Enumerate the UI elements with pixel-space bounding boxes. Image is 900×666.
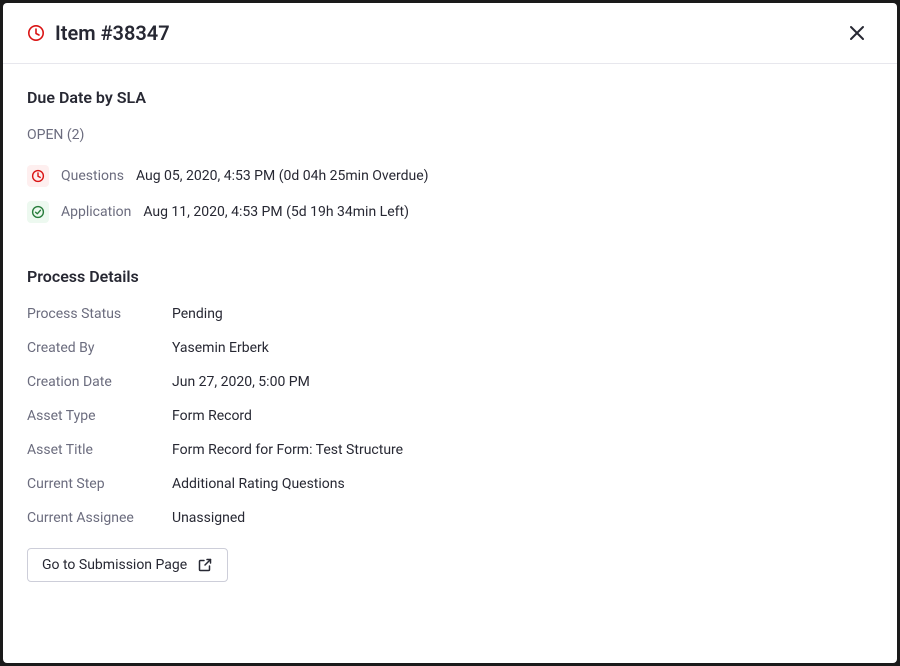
close-button[interactable] [841,17,873,49]
detail-label: Process Status [27,306,172,322]
close-icon [847,23,867,43]
go-to-submission-label: Go to Submission Page [42,557,187,573]
process-details-list: Process Status Pending Created By Yasemi… [27,306,873,526]
item-detail-modal: Item #38347 Due Date by SLA OPEN (2) Que [3,3,897,663]
detail-row-created-by: Created By Yasemin Erberk [27,340,873,356]
detail-value: Jun 27, 2020, 5:00 PM [172,374,310,390]
detail-row-asset-type: Asset Type Form Record [27,408,873,424]
modal-header: Item #38347 [3,3,897,64]
ontime-check-icon [27,201,49,223]
detail-value: Additional Rating Questions [172,476,345,492]
modal-title-wrap: Item #38347 [27,21,170,45]
sla-open-count: OPEN (2) [27,127,873,143]
external-link-icon [197,557,213,573]
sla-item-name: Questions [61,168,124,184]
detail-row-process-status: Process Status Pending [27,306,873,322]
detail-label: Asset Title [27,442,172,458]
detail-value: Form Record for Form: Test Structure [172,442,403,458]
detail-label: Current Step [27,476,172,492]
detail-row-creation-date: Creation Date Jun 27, 2020, 5:00 PM [27,374,873,390]
sla-item-overdue: Questions Aug 05, 2020, 4:53 PM (0d 04h … [27,165,873,187]
modal-body: Due Date by SLA OPEN (2) Questions Aug 0… [3,64,897,663]
detail-row-current-assignee: Current Assignee Unassigned [27,510,873,526]
detail-value: Unassigned [172,510,245,526]
detail-label: Asset Type [27,408,172,424]
sla-item-date: Aug 11, 2020, 4:53 PM (5d 19h 34min Left… [143,204,409,220]
alert-clock-icon [27,24,45,42]
overdue-clock-icon [27,165,49,187]
detail-row-asset-title: Asset Title Form Record for Form: Test S… [27,442,873,458]
detail-label: Current Assignee [27,510,172,526]
detail-value: Form Record [172,408,252,424]
detail-row-current-step: Current Step Additional Rating Questions [27,476,873,492]
detail-value: Yasemin Erberk [172,340,269,356]
process-section-title: Process Details [27,267,873,286]
detail-value: Pending [172,306,223,322]
sla-list: Questions Aug 05, 2020, 4:53 PM (0d 04h … [27,165,873,223]
sla-item-ontime: Application Aug 11, 2020, 4:53 PM (5d 19… [27,201,873,223]
sla-item-name: Application [61,204,131,220]
sla-item-date: Aug 05, 2020, 4:53 PM (0d 04h 25min Over… [136,168,429,184]
sla-section-title: Due Date by SLA [27,88,873,107]
go-to-submission-button[interactable]: Go to Submission Page [27,548,228,582]
detail-label: Creation Date [27,374,172,390]
modal-title: Item #38347 [55,21,170,45]
detail-label: Created By [27,340,172,356]
